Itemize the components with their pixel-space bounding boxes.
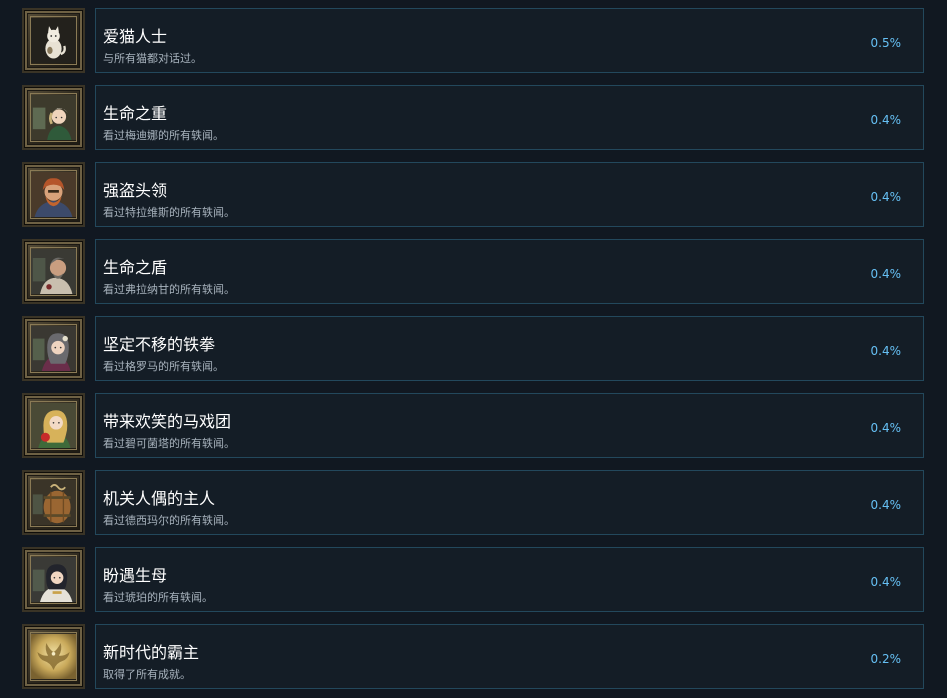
achievement-title: 生命之盾: [103, 258, 168, 277]
unlock-percentage: 0.4%: [870, 267, 902, 281]
achievement-title: 爱猫人士: [103, 27, 168, 46]
achievement-panel: 生命之盾 看过弗拉纳甘的所有轶闻。 0.4%: [95, 239, 924, 304]
white-cat-icon: [30, 16, 77, 65]
achievement-icon-frame: [22, 85, 85, 150]
achievement-description: 看过琥珀的所有轶闻。: [103, 591, 213, 604]
achievement-list: 爱猫人士 与所有猫都对话过。 0.5% 生命之重 看过梅迪娜的所有轶闻。 0.4…: [0, 0, 947, 698]
achievement-description: 看过德西玛尔的所有轶闻。: [103, 514, 235, 527]
unlock-percentage: 0.5%: [870, 36, 902, 50]
achievement-panel: 新时代的霸主 取得了所有成就。 0.2%: [95, 624, 924, 689]
achievement-row: 生命之重 看过梅迪娜的所有轶闻。 0.4%: [0, 85, 947, 150]
achievement-title: 带来欢笑的马戏团: [103, 412, 232, 431]
achievement-panel: 盼遇生母 看过琥珀的所有轶闻。 0.4%: [95, 547, 924, 612]
medina-portrait-icon: [30, 93, 77, 142]
unlock-percentage: 0.4%: [870, 498, 902, 512]
achievement-panel: 坚定不移的铁拳 看过格罗马的所有轶闻。 0.4%: [95, 316, 924, 381]
achievement-row: 生命之盾 看过弗拉纳甘的所有轶闻。 0.4%: [0, 239, 947, 304]
circus-girl-portrait-icon: [30, 401, 77, 450]
achievement-title: 盼遇生母: [103, 566, 168, 585]
achievement-row: 爱猫人士 与所有猫都对话过。 0.5%: [0, 8, 947, 73]
achievement-description: 取得了所有成就。: [103, 668, 191, 681]
achievement-icon-frame: [22, 8, 85, 73]
groma-portrait-icon: [30, 324, 77, 373]
achievement-description: 看过特拉维斯的所有轶闻。: [103, 206, 235, 219]
achievement-row: 坚定不移的铁拳 看过格罗马的所有轶闻。 0.4%: [0, 316, 947, 381]
flanagan-portrait-icon: [30, 247, 77, 296]
achievement-icon-frame: [22, 393, 85, 458]
achievement-row: 新时代的霸主 取得了所有成就。 0.2%: [0, 624, 947, 689]
achievement-icon-frame: [22, 624, 85, 689]
unlock-percentage: 0.2%: [870, 652, 902, 666]
amber-portrait-icon: [30, 555, 77, 604]
achievement-row: 机关人偶的主人 看过德西玛尔的所有轶闻。 0.4%: [0, 470, 947, 535]
unlock-percentage: 0.4%: [870, 113, 902, 127]
achievement-icon-frame: [22, 547, 85, 612]
achievement-panel: 带来欢笑的马戏团 看过碧可菌塔的所有轶闻。 0.4%: [95, 393, 924, 458]
achievement-description: 看过梅迪娜的所有轶闻。: [103, 129, 224, 142]
achievement-row: 盼遇生母 看过琥珀的所有轶闻。 0.4%: [0, 547, 947, 612]
achievement-icon-frame: [22, 162, 85, 227]
achievement-description: 看过碧可菌塔的所有轶闻。: [103, 437, 235, 450]
achievement-icon-frame: [22, 316, 85, 381]
achievement-panel: 强盗头领 看过特拉维斯的所有轶闻。 0.4%: [95, 162, 924, 227]
achievement-panel: 生命之重 看过梅迪娜的所有轶闻。 0.4%: [95, 85, 924, 150]
achievement-row: 强盗头领 看过特拉维斯的所有轶闻。 0.4%: [0, 162, 947, 227]
golden-eagle-emblem-icon: [30, 632, 77, 681]
unlock-percentage: 0.4%: [870, 344, 902, 358]
achievement-description: 与所有猫都对话过。: [103, 52, 202, 65]
achievement-title: 新时代的霸主: [103, 643, 200, 662]
achievement-icon-frame: [22, 239, 85, 304]
unlock-percentage: 0.4%: [870, 421, 902, 435]
barrel-puppet-icon: [30, 478, 77, 527]
achievement-icon-frame: [22, 470, 85, 535]
achievement-panel: 机关人偶的主人 看过德西玛尔的所有轶闻。 0.4%: [95, 470, 924, 535]
unlock-percentage: 0.4%: [870, 190, 902, 204]
unlock-percentage: 0.4%: [870, 575, 902, 589]
achievement-description: 看过弗拉纳甘的所有轶闻。: [103, 283, 235, 296]
travis-portrait-icon: [30, 170, 77, 219]
achievement-title: 强盗头领: [103, 181, 168, 200]
achievement-title: 生命之重: [103, 104, 168, 123]
achievement-panel: 爱猫人士 与所有猫都对话过。 0.5%: [95, 8, 924, 73]
achievement-row: 带来欢笑的马戏团 看过碧可菌塔的所有轶闻。 0.4%: [0, 393, 947, 458]
achievement-title: 坚定不移的铁拳: [103, 335, 216, 354]
achievement-description: 看过格罗马的所有轶闻。: [103, 360, 224, 373]
achievement-title: 机关人偶的主人: [103, 489, 216, 508]
